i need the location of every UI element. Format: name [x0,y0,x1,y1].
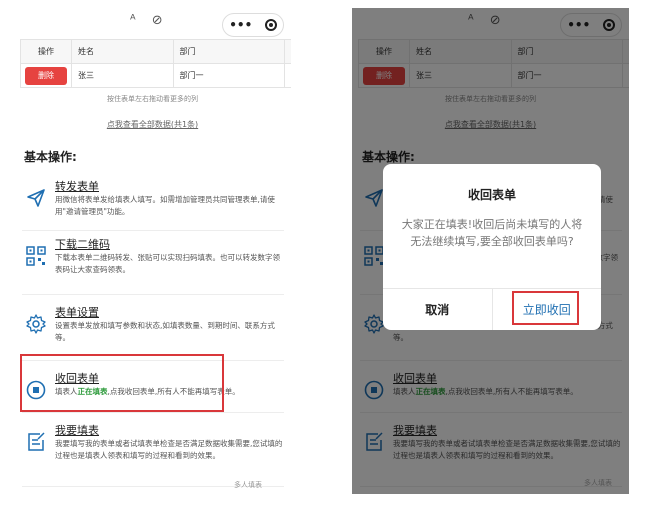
qrcode-icon [26,246,46,266]
cell-name: 张三 [70,63,174,88]
table-row: 删除 张三 部门一 9 [20,63,291,88]
scroll-hint: 按住表单左右拖动看更多的列 [107,95,198,103]
left-screen: ᴬ ⊘ ••• 操作 姓名 部门 其 删除 张三 部门一 9 按住表单左右拖动看… [14,8,291,494]
highlight-box [512,291,579,325]
item-desc: 下载本表单二维码转发、张贴可以实现扫码填表。也可以转发数字领表码让大家查码领表。 [55,253,280,274]
item-title: 转发表单 [55,180,99,193]
paper-plane-icon [27,189,45,207]
column-header: 姓名 [70,39,174,64]
watermark: 多人填表 [584,479,612,487]
delete-button[interactable]: 删除 [24,66,67,85]
cell-dept: 部门一 [172,63,285,88]
divider [22,294,284,295]
close-target-icon[interactable] [264,19,277,31]
column-header: 部门 [172,39,285,64]
cancel-button[interactable]: 取消 [383,289,493,330]
top-bar: ᴬ ⊘ ••• [14,8,291,38]
section-title: 基本操作: [24,150,77,164]
watermark: 多人填表 [234,481,262,489]
edit-document-icon [28,432,45,451]
column-header: 操作 [20,39,72,64]
item-desc: 用微信将表单发给填表人填写。如需增加管理员共同管理表单,请使用"邀请管理员"功能… [55,195,275,216]
item-desc: 设置表单发放和填写参数和状态,如填表数量、到期时间、联系方式等。 [55,321,275,342]
more-icon[interactable]: ••• [229,18,252,32]
divider [22,230,284,231]
right-screen: ᴬ ⊘ ••• 操作 姓名 部门 其 删除 张三 部门一 9 按住表单左右拖动看… [352,8,629,494]
column-header: 其 [284,39,291,64]
gear-icon [26,314,46,334]
data-table: 操作 姓名 部门 其 删除 张三 部门一 9 [20,39,291,88]
item-desc: 我要填写我的表单或者试填表单检查是否满足数据收集需要,您试填的过程也是填表人领表… [55,439,283,460]
dialog-title: 收回表单 [467,188,516,202]
highlight-box [20,354,224,412]
divider [22,412,284,413]
item-title: 我要填表 [55,424,99,437]
item-title: 表单设置 [55,306,99,319]
table-header-row: 操作 姓名 部门 其 [20,39,291,64]
dialog-message: 大家正在填表!收回后尚未填写的人将无法继续填写,要全部收回表单吗? [401,218,583,248]
cell-extra: 9 [284,63,291,88]
view-all-link[interactable]: 点我查看全部数据(共1条) [14,119,291,130]
mini-program-capsule[interactable]: ••• [222,13,284,37]
item-title: 下载二维码 [55,238,110,251]
status-icons: ᴬ ⊘ [130,13,169,28]
